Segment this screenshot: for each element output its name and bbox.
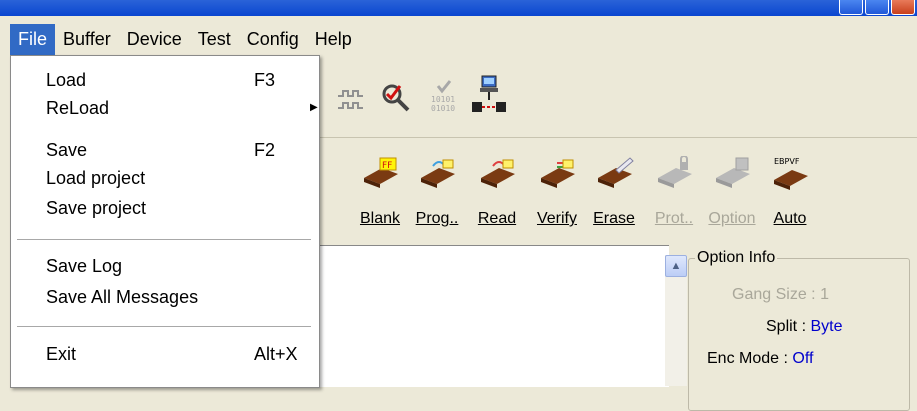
exit-shortcut: Alt+X (254, 344, 298, 364)
option-info-panel: Option Info Gang Size : 1 Split : Byte E… (688, 245, 917, 411)
svg-text:10101: 10101 (431, 95, 455, 104)
menu-separator (17, 239, 311, 240)
read-button[interactable]: Read (465, 152, 529, 232)
file-menu-dropdown: Load F3 ReLoad ▶ Save F2 Load project Sa… (10, 55, 320, 388)
prot-label: Prot.. (654, 210, 694, 227)
window-controls (839, 0, 915, 15)
save-log-label: Save Log (46, 256, 123, 276)
load-shortcut: F3 (254, 70, 276, 90)
erase-chip-icon (598, 157, 634, 188)
load-label: Load (46, 70, 87, 90)
menu-help[interactable]: Help (307, 24, 360, 55)
menu-separator (17, 326, 311, 327)
prog-label: Prog.. (415, 210, 459, 227)
reload-label: ReLoad (46, 98, 110, 118)
submenu-arrow-icon: ▶ (310, 102, 318, 113)
enc-mode-row: Enc Mode : Off (707, 350, 813, 368)
auto-label: Auto (773, 210, 807, 227)
svg-text:01010: 01010 (431, 104, 455, 113)
blank-button[interactable]: FF Blank (348, 152, 412, 232)
erase-label: Erase (593, 210, 635, 227)
enc-mode-value: Off (792, 350, 814, 367)
menu-file[interactable]: File (10, 23, 56, 55)
svg-text:FF: FF (382, 161, 392, 171)
split-value: Byte (810, 318, 843, 335)
auto-chip-icon: EBPVF (774, 157, 808, 190)
programmer-connect-icon[interactable] (470, 74, 510, 118)
verify-button[interactable]: Verify (525, 152, 589, 232)
auto-button[interactable]: EBPVF Auto (758, 152, 822, 232)
menu-item-reload[interactable]: ReLoad ▶ (46, 94, 318, 122)
split-key: Split : (766, 318, 807, 335)
save-all-messages-label: Save All Messages (46, 287, 199, 307)
save-shortcut: F2 (254, 140, 276, 160)
menu-device[interactable]: Device (119, 24, 190, 55)
menu-item-load[interactable]: Load F3 (46, 66, 306, 94)
split-row: Split : Byte (766, 318, 842, 336)
menu-item-save-project[interactable]: Save project (46, 194, 306, 222)
option-button[interactable]: Option (700, 152, 764, 232)
option-label: Option (708, 210, 756, 227)
gang-size-key: Gang Size : (732, 286, 816, 303)
load-project-label: Load project (46, 168, 146, 188)
enc-mode-key: Enc Mode : (707, 350, 788, 367)
option-chip-icon (716, 157, 750, 188)
save-label: Save (46, 140, 88, 160)
blank-label: Blank (359, 210, 401, 227)
protect-chip-icon (658, 156, 692, 188)
svg-text:EBPVF: EBPVF (774, 157, 800, 166)
title-bar (0, 0, 917, 16)
menu-item-save[interactable]: Save F2 (46, 136, 306, 164)
exit-label: Exit (46, 344, 77, 364)
maximize-button[interactable] (865, 0, 889, 15)
minimize-button[interactable] (839, 0, 863, 15)
erase-button[interactable]: Erase (582, 152, 646, 232)
menu-item-exit[interactable]: Exit Alt+X (46, 340, 306, 368)
read-chip-icon (481, 159, 515, 188)
log-scrollbar[interactable]: ▲ (665, 255, 687, 386)
menu-test[interactable]: Test (190, 24, 239, 55)
read-label: Read (477, 210, 517, 227)
log-panel[interactable] (318, 245, 669, 387)
program-chip-icon (421, 159, 455, 188)
option-info-title: Option Info (697, 249, 776, 266)
gang-size-row: Gang Size : 1 (732, 286, 829, 304)
blank-chip-icon: FF (364, 157, 398, 188)
secondary-toolbar: 10101 01010 (320, 62, 917, 138)
prot-button[interactable]: Prot.. (642, 152, 706, 232)
device-search-icon[interactable] (378, 80, 412, 114)
menu-item-save-all-messages[interactable]: Save All Messages (46, 283, 306, 311)
menu-item-load-project[interactable]: Load project (46, 164, 306, 192)
prog-button[interactable]: Prog.. (405, 152, 469, 232)
menu-buffer[interactable]: Buffer (55, 24, 119, 55)
verify-chip-icon (541, 159, 575, 188)
menu-config[interactable]: Config (239, 24, 307, 55)
scroll-up-icon[interactable]: ▲ (665, 255, 687, 277)
menu-item-save-log[interactable]: Save Log (46, 252, 306, 280)
gang-size-value: 1 (820, 286, 829, 303)
main-toolbar: FF Blank Prog.. Read Verify Erase Prot..… (320, 142, 917, 237)
waveform-icon[interactable] (336, 88, 370, 112)
close-button[interactable] (891, 0, 915, 15)
save-project-label: Save project (46, 198, 147, 218)
binary-check-icon[interactable]: 10101 01010 (428, 76, 462, 116)
verify-label: Verify (536, 210, 577, 227)
